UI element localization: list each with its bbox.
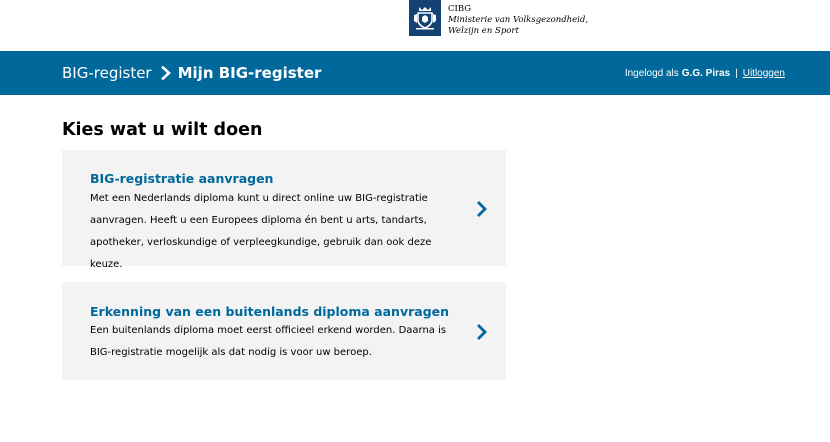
logo-text: CIBG Ministerie van Volksgezondheid, Wel… <box>448 4 588 37</box>
separator: | <box>735 67 738 79</box>
logo-org: CIBG <box>448 4 472 14</box>
logged-in-label: Ingelogd als <box>624 67 679 79</box>
option-card-big-registratie[interactable]: BIG-registratie aanvragen Met een Nederl… <box>62 150 506 270</box>
rijksoverheid-logo: CIBG Ministerie van Volksgezondheid, Wel… <box>409 0 588 37</box>
breadcrumb: BIG-register Mijn BIG-register <box>62 64 321 82</box>
chevron-right-icon <box>160 66 171 80</box>
chevron-right-icon[interactable] <box>476 324 488 340</box>
option-card-erkenning-diploma[interactable]: Erkenning van een buitenlands diploma aa… <box>62 282 506 380</box>
chevron-right-icon[interactable] <box>476 201 488 217</box>
breadcrumb-home-link[interactable]: BIG-register <box>62 64 152 82</box>
option-title[interactable]: Erkenning van een buitenlands diploma aa… <box>90 304 449 319</box>
breadcrumb-current: Mijn BIG-register <box>177 64 322 82</box>
user-name: G.G. Piras <box>681 67 731 79</box>
logout-link[interactable]: Uitloggen <box>743 68 785 79</box>
logo-ministry-line2: Welzijn en Sport <box>448 26 519 36</box>
logo-ministry-line1: Ministerie van Volksgezondheid, <box>448 15 589 25</box>
site-header: BIG-register Mijn BIG-register Ingelogd … <box>0 51 830 95</box>
page-title: Kies wat u wilt doen <box>62 120 263 140</box>
coat-of-arms-icon <box>409 0 441 36</box>
option-description: Met een Nederlands diploma kunt u direct… <box>90 193 432 270</box>
option-title[interactable]: BIG-registratie aanvragen <box>90 171 273 186</box>
option-description: Een buitenlands diploma moet eerst offic… <box>90 325 447 358</box>
user-status: Ingelogd als G.G. Piras | Uitloggen <box>625 51 785 95</box>
logo-bar: CIBG Ministerie van Volksgezondheid, Wel… <box>0 0 830 51</box>
